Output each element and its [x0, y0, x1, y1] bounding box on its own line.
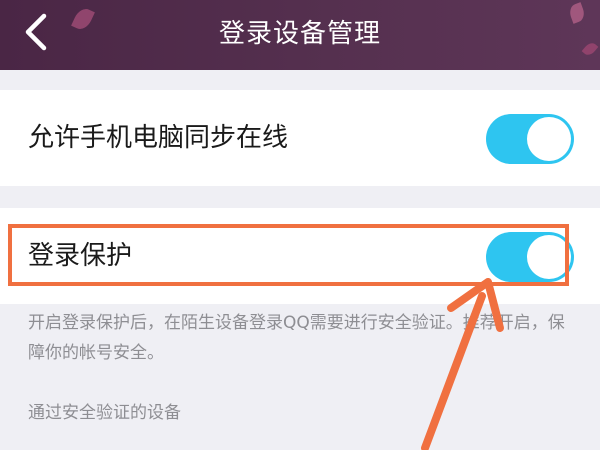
toggle-knob: [527, 117, 571, 161]
login-protection-description: 开启登录保护后，在陌生设备登录QQ需要进行安全验证。推荐开启，保障你的帐号安全。: [28, 313, 565, 363]
verified-devices-section-header: 通过安全验证的设备: [28, 403, 181, 423]
page-title: 登录设备管理: [218, 19, 381, 49]
sync-online-label: 允许手机电脑同步在线: [28, 123, 289, 153]
login-device-management-page: 登录设备管理 允许手机电脑同步在线 登录保护 开启登录保护后，在陌生设备登录QQ…: [0, 0, 600, 450]
login-protection-toggle[interactable]: [486, 232, 574, 282]
sync-online-setting-row: 允许手机电脑同步在线: [0, 90, 600, 186]
navigation-bar: 登录设备管理: [0, 0, 600, 70]
login-protection-label: 登录保护: [28, 241, 133, 271]
toggle-knob: [527, 235, 571, 279]
login-protection-setting-row: 登录保护: [0, 208, 600, 304]
sync-online-toggle[interactable]: [486, 114, 574, 164]
